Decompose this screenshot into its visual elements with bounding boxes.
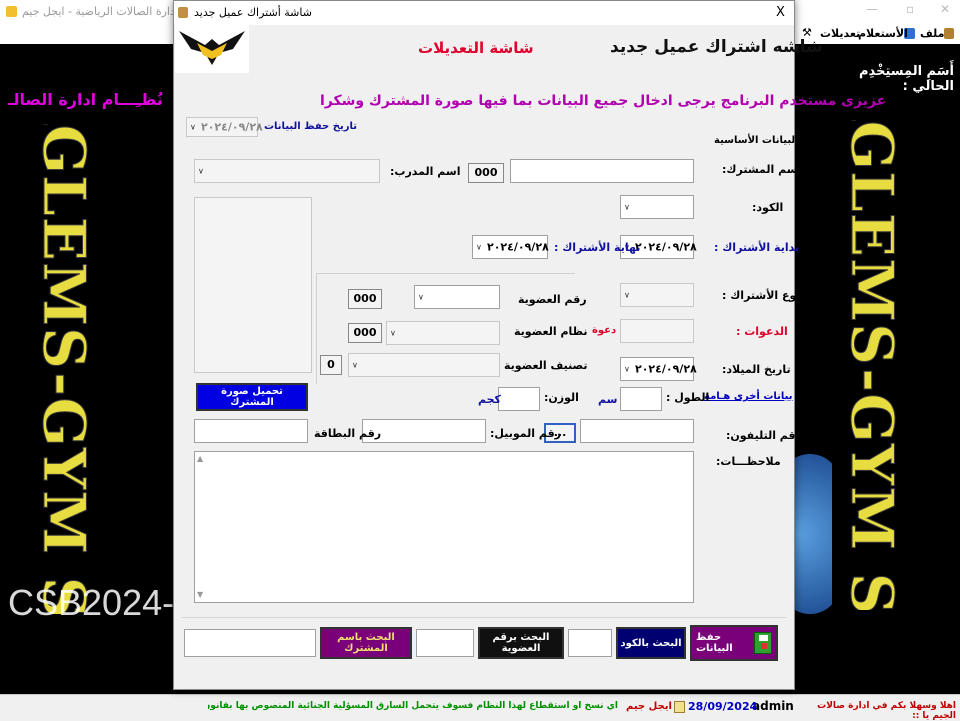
card-input[interactable] (194, 419, 308, 443)
status-welcome: اهلا وسهلا بكم في ادارة صالات الجيم يا :… (817, 701, 956, 721)
app-logo-icon (6, 6, 17, 17)
search-code-button[interactable]: البحث بالكود (616, 627, 686, 659)
membership-system-button[interactable]: 000 (348, 323, 382, 343)
upload-photo-button[interactable]: تحميل صورة المشترك (196, 383, 308, 411)
birth-date-picker[interactable]: ∨ ٢٠٢٤/٠٩/٢٨ (620, 357, 697, 381)
save-disk-icon (754, 632, 772, 654)
start-date-label: بداية الأشتراك : (714, 241, 800, 254)
card-label: رقم البطاقة (314, 427, 382, 440)
notes-textarea[interactable]: ▲ ▼ (194, 451, 694, 603)
trainer-select[interactable]: ∨ (194, 159, 380, 183)
right-banner-text: EAGLEMS-GYM SYS (838, 120, 907, 610)
chevron-down-icon: ∨ (352, 360, 358, 370)
status-user: admin (752, 699, 794, 713)
scroll-up-icon: ▲ (197, 454, 204, 463)
eagle-logo-icon (179, 31, 245, 65)
right-banner: EAGLEMS-GYM SYS (832, 120, 912, 610)
dialog-icon (178, 7, 188, 18)
invite-unit: دعوة (592, 325, 617, 336)
chevron-down-icon: ∨ (624, 202, 630, 212)
weight-unit: كجم (478, 393, 501, 406)
membership-no-button[interactable]: 000 (348, 289, 382, 309)
code-select[interactable]: ∨ (620, 195, 694, 219)
trainer-name-label: اسم المدرب: (390, 165, 461, 178)
dialog-titlebar: شاشة أشتراك عميل جديد X (174, 1, 794, 25)
membership-class-label: تصنيف العضوية (504, 359, 588, 372)
weight-label: الوزن: (544, 391, 579, 404)
membership-system-select[interactable]: ∨ (386, 321, 500, 345)
birth-date-label: تاريخ الميلاد: (722, 363, 791, 376)
app-close-button[interactable]: ✕ (940, 2, 950, 16)
invites-label: الدعوات : (736, 325, 788, 338)
membership-no-label: رقم العضوية (518, 293, 587, 306)
sub-type-select[interactable]: ∨ (620, 283, 694, 307)
save-date-label: تاريخ حفظ البيانات (264, 121, 357, 132)
search-name-input[interactable] (184, 629, 316, 657)
subscriber-photo (194, 197, 312, 373)
search-code-input[interactable] (568, 629, 612, 657)
phone-input[interactable] (580, 419, 694, 443)
membership-class-select[interactable]: ∨ (348, 353, 500, 377)
notes-label: ملاحظـــات: (716, 455, 781, 468)
subscriber-name-label: اسم المشترك: (722, 163, 802, 176)
subscriber-name-input[interactable] (510, 159, 694, 183)
chevron-down-icon: ∨ (190, 122, 196, 132)
height-input[interactable] (620, 387, 662, 411)
invites-input[interactable] (620, 319, 694, 343)
search-membership-button[interactable]: البحث برقم العضوية (478, 627, 564, 659)
left-banner: EAGLEMS-GYM SYS (24, 124, 104, 614)
status-notice: اي نسخ او استقطاع لهذا النظام فسوف يتحمل… (208, 701, 618, 711)
membership-system-label: نظام العضوية (514, 325, 588, 338)
status-gym: ايجل جيم (626, 701, 672, 712)
search-name-button[interactable]: البحث باسم المشترك (320, 627, 412, 659)
chevron-down-icon: ∨ (418, 292, 424, 302)
mobile-label: رقم الموبيل: (490, 427, 562, 440)
left-banner-text: EAGLEMS-GYM SYS (30, 124, 99, 614)
system-name-label: نُظـِـــام ادارة الصالـ (8, 90, 163, 109)
membership-no-select[interactable]: ∨ (414, 285, 500, 309)
calendar-icon (674, 701, 685, 713)
status-date: 28/09/2024 (688, 700, 758, 713)
chevron-down-icon: ∨ (390, 328, 396, 338)
minimize-button[interactable]: — (866, 2, 878, 16)
instructions-text: عزيزى مستخدم البرنامج يرجى ادخال جميع ال… (320, 93, 887, 109)
chevron-down-icon: ∨ (624, 364, 630, 374)
save-date-picker[interactable]: ∨ ٢٠٢٤/٠٩/٢٨ (186, 117, 263, 137)
end-date-picker[interactable]: ∨ ٢٠٢٤/٠٩/٢٨ (472, 235, 549, 259)
maximize-button[interactable]: ▫ (906, 2, 914, 16)
menu-file-icon (944, 28, 954, 39)
basic-data-label: البيانات الأساسية (714, 135, 799, 146)
save-button-label: حفظ البيانات (696, 632, 733, 654)
more-data-link[interactable]: بيانات أخرى هـامة (704, 391, 793, 402)
scroll-down-icon: ▼ (197, 590, 204, 599)
weight-input[interactable] (498, 387, 540, 411)
status-bar: اهلا وسهلا بكم في ادارة صالات الجيم يا :… (0, 694, 960, 721)
sub-type-label: نوع الأشتراك : (722, 289, 801, 302)
search-membership-input[interactable] (416, 629, 474, 657)
dialog-title: شاشة أشتراك عميل جديد (194, 6, 312, 19)
menu-file[interactable]: ملف (920, 27, 944, 40)
dialog-header-title: شاشه اشتراك عميل جديد (610, 37, 823, 57)
membership-class-button[interactable]: 0 (320, 355, 342, 375)
chevron-down-icon: ∨ (476, 242, 482, 252)
end-date-label: نهاية الأشتراك : (554, 241, 641, 254)
phone-label: رقم التليفون: (726, 429, 802, 442)
eagle-logo (175, 25, 249, 73)
edit-screen-label: شاشة التعديلات (418, 39, 534, 57)
chevron-down-icon: ∨ (198, 166, 204, 176)
code-label: الكود: (752, 201, 784, 214)
current-user-label: أَسَمِ المِستِخْدِم الحالي : (859, 64, 954, 94)
save-button[interactable]: حفظ البيانات (690, 625, 778, 661)
subscription-dialog: شاشة أشتراك عميل جديد X شاشه اشتراك عميل… (173, 0, 886, 690)
subscriber-lookup-button[interactable]: 000 (468, 163, 504, 183)
height-unit: سم (598, 393, 618, 406)
height-label: الطول : (666, 391, 710, 404)
chevron-down-icon: ∨ (624, 290, 630, 300)
menu-edit[interactable]: تعديلات (820, 27, 860, 40)
dialog-close-button[interactable]: X (776, 5, 785, 20)
menu-query[interactable]: الأستعلام (858, 27, 908, 40)
